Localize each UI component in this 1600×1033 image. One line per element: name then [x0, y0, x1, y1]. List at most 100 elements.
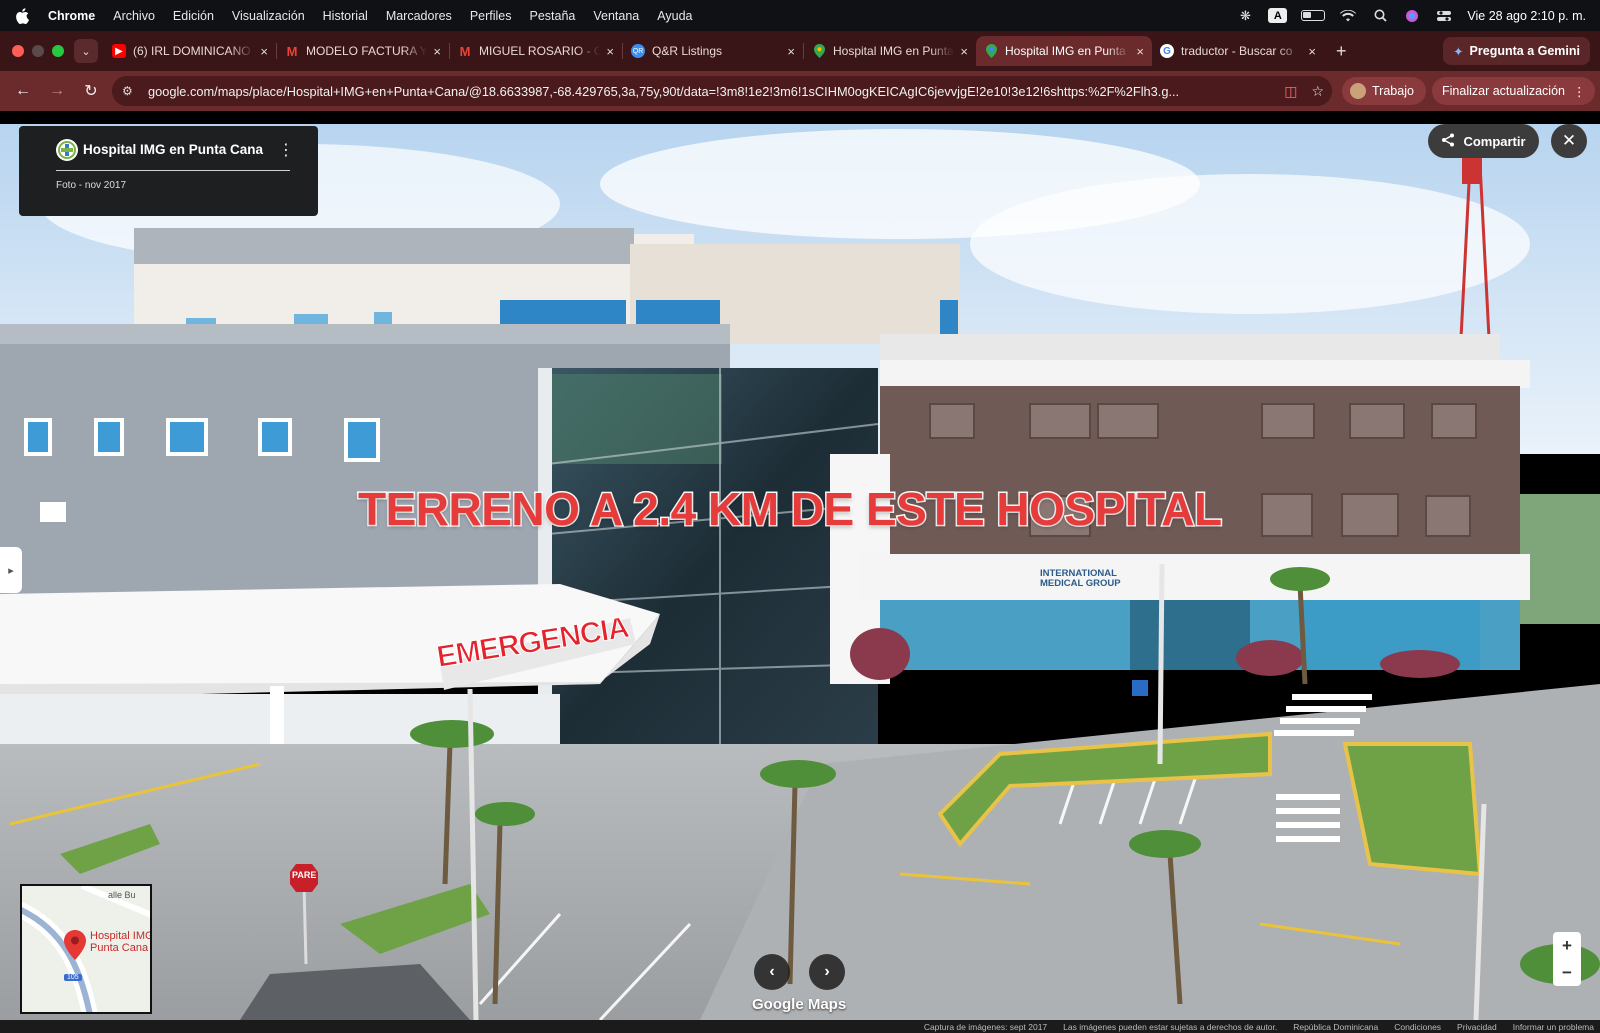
chevron-right-icon: ▸	[8, 564, 14, 577]
profile-button[interactable]: Trabajo	[1342, 77, 1426, 105]
company-sign: INTERNATIONAL MEDICAL GROUP	[1040, 569, 1121, 589]
menu-marcadores[interactable]: Marcadores	[377, 9, 461, 23]
tab-close-icon[interactable]: ×	[606, 44, 614, 59]
maps-pin-icon	[812, 44, 826, 58]
next-photo-button[interactable]: ›	[809, 954, 845, 990]
menu-pestana[interactable]: Pestaña	[521, 9, 585, 23]
avatar	[1350, 83, 1366, 99]
share-icon	[1441, 133, 1455, 150]
chevron-right-icon: ›	[824, 963, 830, 980]
tab-3[interactable]: M MIGUEL ROSARIO - C ×	[450, 36, 622, 66]
tab-title: traductor - Buscar co	[1181, 44, 1293, 58]
menubar-status-area: ❋ A Vie 28 ago 2:10 p. m.	[1236, 0, 1586, 31]
back-arrow-icon[interactable]: ←	[8, 76, 38, 106]
tab-search-chevron-icon[interactable]: ⌄	[74, 39, 98, 63]
window-minimize-button[interactable]	[32, 45, 44, 57]
spotlight-search-icon[interactable]	[1371, 7, 1389, 25]
card-divider	[56, 170, 290, 171]
terms-link[interactable]: Condiciones	[1394, 1022, 1441, 1032]
window-close-button[interactable]	[12, 45, 24, 57]
tab-2[interactable]: M MODELO FACTURA Y ×	[277, 36, 449, 66]
control-center-icon[interactable]	[1435, 7, 1453, 25]
more-options-icon[interactable]: ⋮	[278, 140, 294, 160]
tab-close-icon[interactable]: ×	[960, 44, 968, 59]
close-street-view-button[interactable]: ✕	[1551, 124, 1587, 158]
menu-ayuda[interactable]: Ayuda	[648, 9, 701, 23]
report-problem-link[interactable]: Informar un problema	[1513, 1022, 1594, 1032]
gmail-icon: M	[286, 43, 298, 59]
stop-sign-text: PARE	[292, 870, 317, 880]
tab-close-icon[interactable]: ×	[787, 44, 795, 59]
minimap-place-label: Hospital IMG en Punta Cana	[90, 930, 152, 954]
tab-title: Hospital IMG en Punta	[833, 44, 954, 58]
tab-7[interactable]: G traductor - Buscar co ×	[1152, 36, 1324, 66]
cast-install-icon[interactable]: ◫	[1284, 83, 1297, 100]
tab-close-icon[interactable]: ×	[1308, 44, 1316, 59]
previous-photo-button[interactable]: ‹	[754, 954, 790, 990]
youtube-icon: ▶	[112, 44, 126, 58]
tab-close-icon[interactable]: ×	[1136, 44, 1144, 59]
country-label[interactable]: República Dominicana	[1293, 1022, 1378, 1032]
menu-visualizacion[interactable]: Visualización	[223, 9, 314, 23]
ask-gemini-label: Pregunta a Gemini	[1469, 44, 1580, 58]
tab-1[interactable]: ▶ (6) IRL DOMINICANO ×	[104, 36, 276, 66]
menu-ventana[interactable]: Ventana	[584, 9, 648, 23]
siri-icon[interactable]	[1403, 7, 1421, 25]
copyright-notice: Las imágenes pueden estar sujetas a dere…	[1063, 1021, 1278, 1032]
menu-perfiles[interactable]: Perfiles	[461, 9, 521, 23]
tab-5[interactable]: Hospital IMG en Punta ×	[804, 36, 976, 66]
tab-title: MODELO FACTURA Y	[306, 44, 428, 58]
photo-date: Foto - nov 2017	[56, 180, 127, 191]
wifi-icon[interactable]	[1339, 7, 1357, 25]
reload-icon[interactable]: ↻	[76, 76, 106, 106]
window-controls	[0, 45, 74, 57]
expand-side-panel-button[interactable]: ▸	[0, 547, 22, 593]
tab-6-active[interactable]: Hospital IMG en Punta ×	[976, 36, 1152, 66]
street-view-panorama[interactable]: EMERGENCIA INTERNATIONAL MEDICAL GROUP P…	[0, 124, 1600, 1020]
apple-menu-icon[interactable]	[0, 7, 44, 24]
menu-historial[interactable]: Historial	[314, 9, 377, 23]
place-info-card: Hospital IMG en Punta Cana ⋮ Foto - nov …	[19, 126, 318, 216]
hospital-logo-icon	[56, 139, 78, 161]
window-zoom-button[interactable]	[52, 45, 64, 57]
tab-title: Hospital IMG en Punta	[1005, 44, 1126, 58]
finish-update-button[interactable]: Finalizar actualización ⋮	[1432, 77, 1596, 105]
tab-title: Q&R Listings	[652, 44, 723, 58]
share-label: Compartir	[1463, 133, 1526, 149]
overlay-headline: TERRENO A 2.4 KM DE ESTE HOSPITAL	[357, 482, 1224, 537]
tab-close-icon[interactable]: ×	[260, 44, 268, 59]
url-text[interactable]: google.com/maps/place/Hospital+IMG+en+Pu…	[148, 84, 1253, 99]
app-menu-chrome[interactable]: Chrome	[44, 9, 104, 23]
attribution-bar: Captura de imágenes: sept 2017 Las imáge…	[0, 1020, 1600, 1033]
privacy-link[interactable]: Privacidad	[1457, 1022, 1497, 1032]
tab-title: MIGUEL ROSARIO - C	[479, 44, 601, 58]
macos-menubar: Chrome Archivo Edición Visualización His…	[0, 0, 1600, 31]
creative-cloud-icon[interactable]: ❋	[1236, 7, 1254, 25]
menubar-clock[interactable]: Vie 28 ago 2:10 p. m.	[1467, 9, 1586, 23]
kebab-menu-icon: ⋮	[1572, 84, 1586, 99]
gemini-sparkle-icon: ✦	[1453, 44, 1464, 59]
new-tab-plus-icon[interactable]: +	[1324, 41, 1359, 62]
input-source-icon[interactable]: A	[1268, 8, 1288, 23]
listings-icon: QR	[631, 44, 645, 58]
zoom-out-minus-icon[interactable]: −	[1562, 963, 1572, 983]
address-bar[interactable]: ⚙ google.com/maps/place/Hospital+IMG+en+…	[112, 76, 1332, 106]
imagery-date: Captura de imágenes: sept 2017	[923, 1021, 1048, 1032]
gmail-icon: M	[459, 43, 471, 59]
site-info-tune-icon[interactable]: ⚙	[122, 84, 142, 98]
share-button[interactable]: Compartir	[1428, 124, 1539, 158]
minimap[interactable]: alle Bu Hospital IMG en Punta Cana 105	[20, 884, 152, 1014]
menu-archivo[interactable]: Archivo	[104, 9, 164, 23]
battery-icon[interactable]	[1301, 10, 1326, 21]
forward-arrow-icon[interactable]: →	[42, 76, 72, 106]
bookmark-star-icon[interactable]: ☆	[1311, 83, 1324, 100]
place-name[interactable]: Hospital IMG en Punta Cana	[83, 142, 263, 157]
zoom-in-plus-icon[interactable]: +	[1562, 936, 1572, 956]
tab-4[interactable]: QR Q&R Listings ×	[623, 36, 803, 66]
menu-edicion[interactable]: Edición	[164, 9, 223, 23]
ask-gemini-button[interactable]: ✦ Pregunta a Gemini	[1443, 37, 1590, 65]
zoom-controls: + −	[1553, 932, 1581, 986]
tab-close-icon[interactable]: ×	[433, 44, 441, 59]
content-top-band	[0, 111, 1600, 124]
browser-tab-strip: ⌄ ▶ (6) IRL DOMINICANO × M MODELO FACTUR…	[0, 31, 1600, 71]
